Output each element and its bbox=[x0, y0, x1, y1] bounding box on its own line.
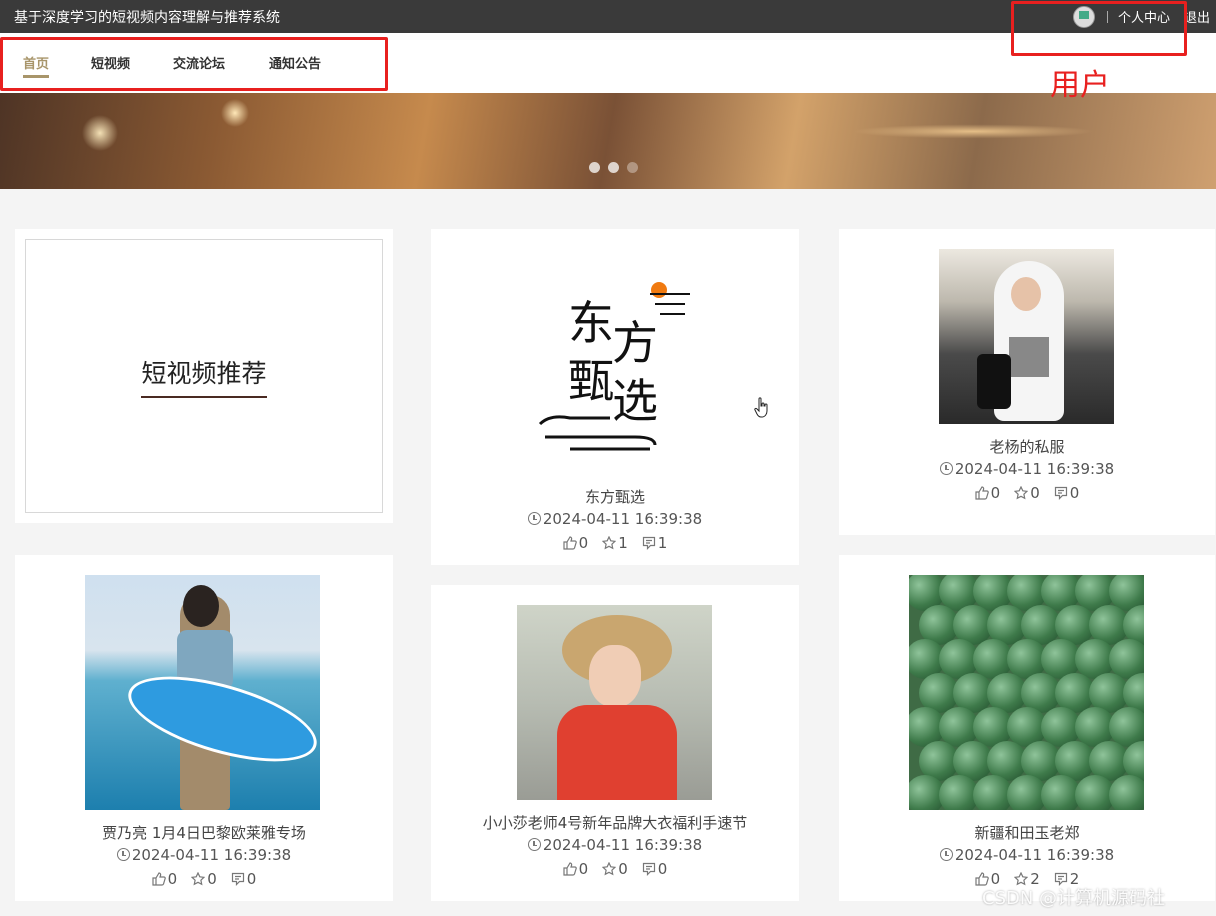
video-time-text: 2024-04-11 16:39:38 bbox=[131, 846, 292, 864]
thumbnail-art bbox=[183, 585, 219, 627]
like-count: 0 bbox=[578, 860, 589, 878]
clock-icon bbox=[116, 848, 130, 861]
comment-count: 0 bbox=[246, 870, 257, 888]
recommend-title: 短视频推荐 bbox=[141, 354, 267, 398]
recommend-card: 短视频推荐 bbox=[15, 229, 393, 523]
csdn-watermark: CSDN @计算机源码社 bbox=[982, 888, 1166, 909]
video-title[interactable]: 新疆和田玉老郑 bbox=[839, 822, 1215, 843]
carousel-dot[interactable] bbox=[589, 162, 600, 173]
video-thumbnail[interactable] bbox=[517, 605, 712, 800]
favorite-count: 0 bbox=[207, 870, 217, 888]
star-icon bbox=[602, 862, 617, 876]
comment-count: 0 bbox=[657, 860, 668, 878]
comment-icon bbox=[1054, 486, 1067, 500]
video-time: 2024-04-11 16:39:38 bbox=[839, 460, 1215, 478]
video-time-text: 2024-04-11 16:39:38 bbox=[542, 510, 703, 528]
svg-text:东: 东 bbox=[568, 296, 614, 350]
like-stat[interactable]: 0 bbox=[563, 860, 589, 878]
thumbnail-art bbox=[589, 645, 641, 707]
thumbs-up-icon bbox=[563, 862, 577, 876]
video-time-text: 2024-04-11 16:39:38 bbox=[542, 836, 703, 854]
svg-text:甄: 甄 bbox=[568, 354, 614, 408]
video-card[interactable]: 东 方 甄 选 东方甄选 2024-04-11 16:39:38 0 1 1 bbox=[431, 229, 799, 565]
jade-piece bbox=[1109, 775, 1144, 810]
like-count: 0 bbox=[167, 870, 178, 888]
video-card[interactable]: 贾乃亮 1月4日巴黎欧莱雅专场 2024-04-11 16:39:38 0 0 … bbox=[15, 555, 393, 901]
like-stat[interactable]: 0 bbox=[975, 484, 1001, 502]
video-thumbnail[interactable]: 东 方 甄 选 bbox=[530, 249, 700, 479]
carousel-dot[interactable] bbox=[608, 162, 619, 173]
video-thumbnail[interactable] bbox=[909, 575, 1144, 810]
like-count: 0 bbox=[990, 484, 1001, 502]
video-stats: 0 1 1 bbox=[431, 534, 799, 552]
video-card[interactable]: 新疆和田玉老郑 2024-04-11 16:39:38 0 2 2 bbox=[839, 555, 1215, 901]
comment-stat[interactable]: 0 bbox=[231, 870, 257, 888]
video-stats: 0 0 0 bbox=[839, 484, 1215, 502]
comment-stat[interactable]: 0 bbox=[1054, 484, 1080, 502]
favorite-count: 0 bbox=[1030, 484, 1040, 502]
video-title[interactable]: 东方甄选 bbox=[431, 486, 799, 507]
clock-icon bbox=[939, 462, 953, 475]
favorite-count: 0 bbox=[618, 860, 628, 878]
svg-text:方: 方 bbox=[612, 316, 658, 370]
video-time: 2024-04-11 16:39:38 bbox=[839, 846, 1215, 864]
video-time: 2024-04-11 16:39:38 bbox=[431, 510, 799, 528]
like-stat[interactable]: 0 bbox=[152, 870, 178, 888]
video-thumbnail[interactable] bbox=[939, 249, 1114, 424]
favorite-stat[interactable]: 0 bbox=[1014, 484, 1040, 502]
thumbs-up-icon bbox=[152, 872, 166, 886]
carousel-dots bbox=[589, 162, 638, 173]
star-icon bbox=[191, 872, 206, 886]
dongfang-logo-icon: 东 方 甄 选 bbox=[538, 282, 690, 451]
recommend-frame: 短视频推荐 bbox=[25, 239, 383, 513]
like-count: 0 bbox=[578, 534, 589, 552]
annotation-user-label: 用户 bbox=[1050, 68, 1110, 103]
favorite-stat[interactable]: 0 bbox=[602, 860, 628, 878]
star-icon bbox=[1014, 486, 1029, 500]
comment-count: 1 bbox=[657, 534, 668, 552]
banner-carousel[interactable] bbox=[0, 93, 1216, 189]
comment-count: 0 bbox=[1069, 484, 1080, 502]
thumbnail-art bbox=[1009, 337, 1049, 377]
video-card[interactable]: 老杨的私服 2024-04-11 16:39:38 0 0 0 bbox=[839, 229, 1215, 535]
video-time: 2024-04-11 16:39:38 bbox=[15, 846, 393, 864]
video-title[interactable]: 小小莎老师4号新年品牌大衣福利手速节 bbox=[431, 812, 799, 833]
thumbs-up-icon bbox=[563, 536, 577, 550]
clock-icon bbox=[527, 838, 541, 851]
star-icon bbox=[602, 536, 617, 550]
favorite-stat[interactable]: 1 bbox=[602, 534, 628, 552]
video-stats: 0 0 0 bbox=[431, 860, 799, 878]
clock-icon bbox=[939, 848, 953, 861]
hand-cursor-icon bbox=[754, 397, 768, 418]
thumbnail-art bbox=[557, 705, 677, 800]
comment-icon bbox=[231, 872, 244, 886]
carousel-dot[interactable] bbox=[627, 162, 638, 173]
logout-link[interactable]: 退出 bbox=[1184, 7, 1210, 26]
favorite-count: 1 bbox=[618, 534, 628, 552]
video-title[interactable]: 老杨的私服 bbox=[839, 436, 1215, 457]
svg-text:选: 选 bbox=[612, 374, 658, 428]
comment-stat[interactable]: 1 bbox=[642, 534, 668, 552]
video-time: 2024-04-11 16:39:38 bbox=[431, 836, 799, 854]
video-thumbnail[interactable] bbox=[85, 575, 320, 810]
comment-icon bbox=[642, 862, 655, 876]
video-card[interactable]: 小小莎老师4号新年品牌大衣福利手速节 2024-04-11 16:39:38 0… bbox=[431, 585, 799, 901]
comment-stat[interactable]: 0 bbox=[642, 860, 668, 878]
video-time-text: 2024-04-11 16:39:38 bbox=[954, 846, 1115, 864]
like-stat[interactable]: 0 bbox=[563, 534, 589, 552]
thumbnail-art bbox=[1011, 277, 1041, 311]
video-stats: 0 0 0 bbox=[15, 870, 393, 888]
annotation-box-nav bbox=[0, 37, 388, 91]
video-title[interactable]: 贾乃亮 1月4日巴黎欧莱雅专场 bbox=[15, 822, 393, 843]
thumbs-up-icon bbox=[975, 486, 989, 500]
site-title: 基于深度学习的短视频内容理解与推荐系统 bbox=[14, 10, 280, 26]
video-time-text: 2024-04-11 16:39:38 bbox=[954, 460, 1115, 478]
annotation-box-user bbox=[1011, 1, 1187, 56]
favorite-stat[interactable]: 0 bbox=[191, 870, 217, 888]
thumbnail-art bbox=[977, 354, 1011, 409]
clock-icon bbox=[527, 512, 541, 525]
comment-icon bbox=[642, 536, 655, 550]
